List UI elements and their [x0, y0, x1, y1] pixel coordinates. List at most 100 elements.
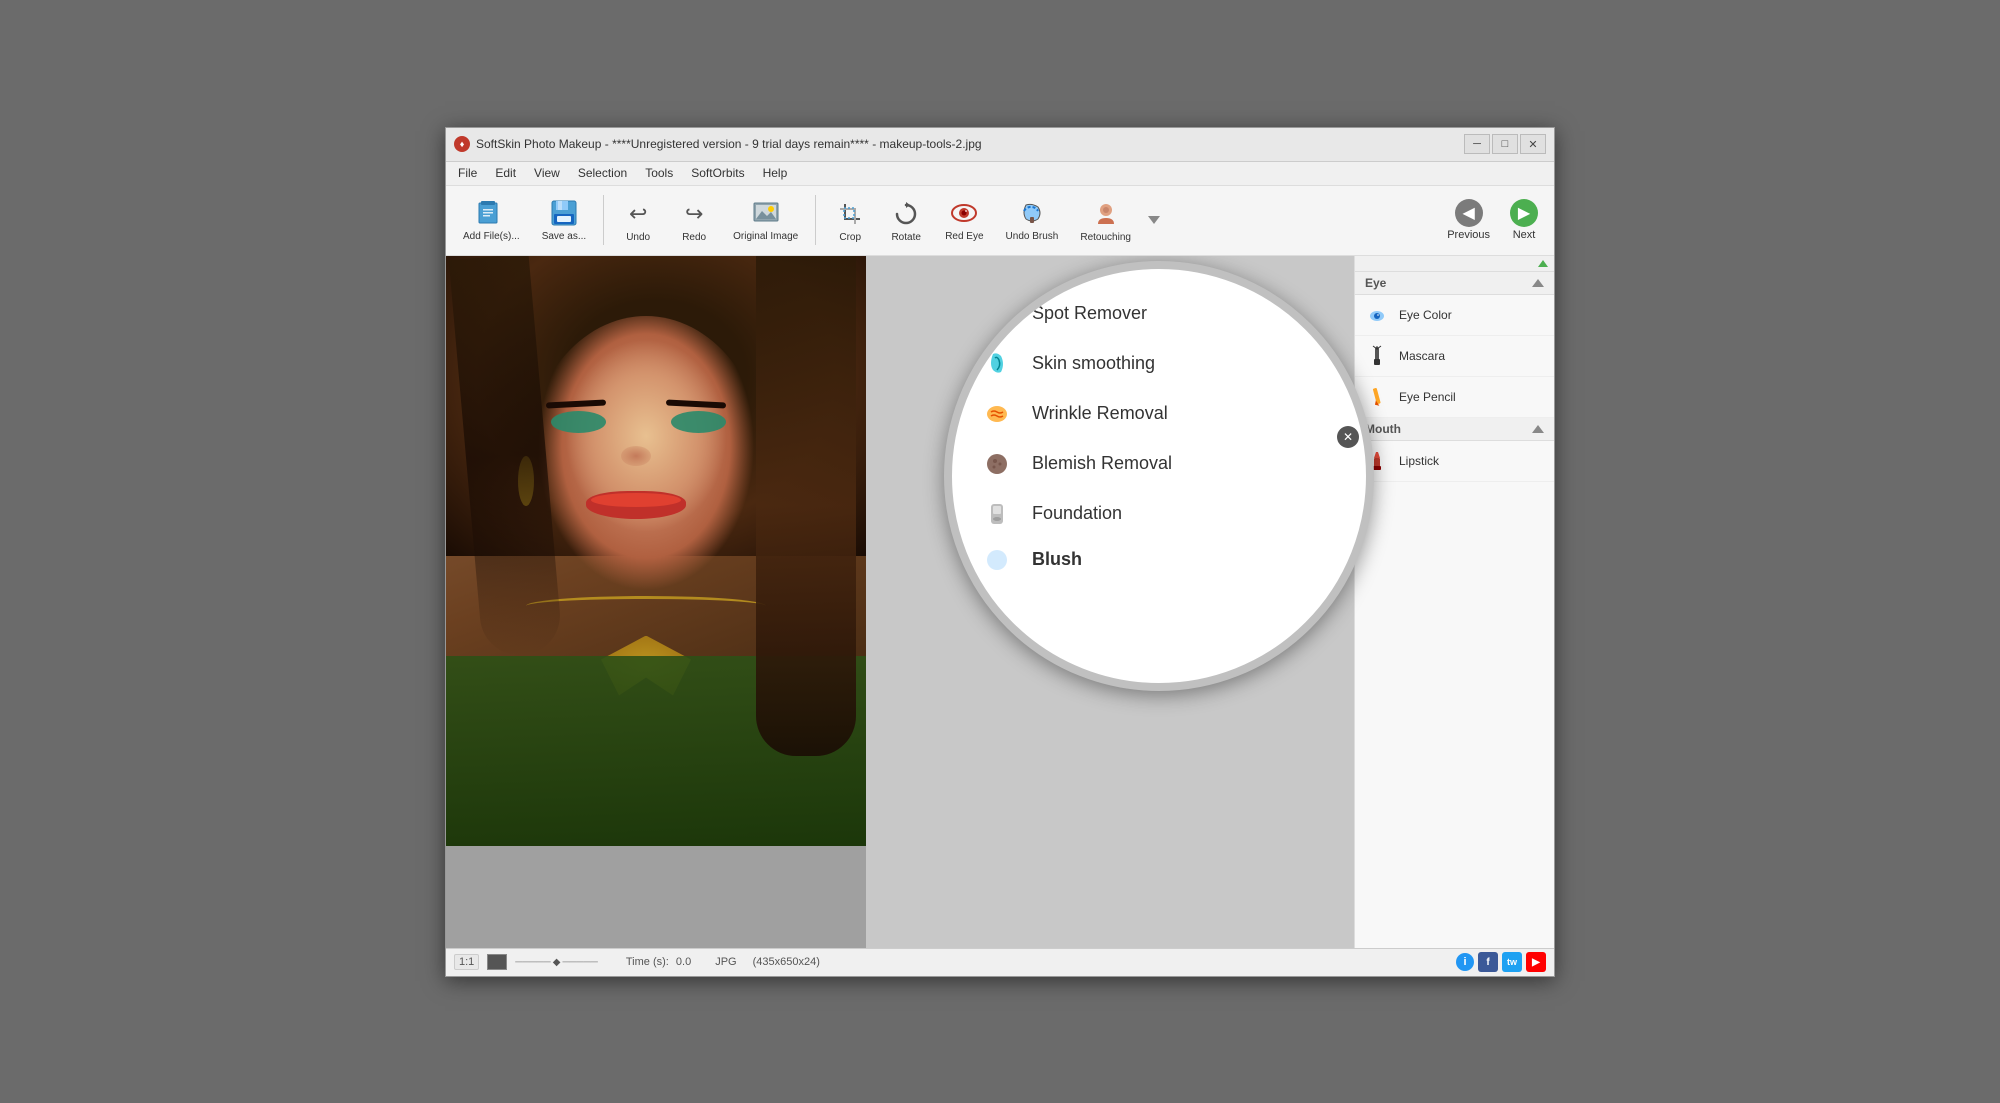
blemish-removal-item[interactable]: Blemish Removal [952, 439, 1366, 489]
format-label: JPG [715, 956, 736, 968]
rotate-icon [890, 198, 922, 230]
image-placeholder [446, 846, 866, 948]
add-files-button[interactable]: Add File(s)... [454, 191, 529, 249]
facebook-button[interactable]: f [1478, 952, 1498, 972]
red-eye-icon [948, 197, 980, 229]
blemish-removal-icon [982, 449, 1012, 479]
blemish-removal-label: Blemish Removal [1032, 453, 1172, 474]
main-window: ♦ SoftSkin Photo Makeup - ****Unregister… [445, 127, 1555, 977]
rotate-button[interactable]: Rotate [880, 191, 932, 249]
lipstick-item[interactable]: Lipstick [1355, 441, 1554, 482]
twitter-button[interactable]: tw [1502, 952, 1522, 972]
mascara-item[interactable]: Mascara [1355, 336, 1554, 377]
title-bar-left: ♦ SoftSkin Photo Makeup - ****Unregister… [454, 136, 982, 152]
blush-icon [982, 545, 1012, 575]
gray-area: Spot Remover Skin smoothing [866, 256, 1354, 948]
title-bar-controls: ─ □ ✕ [1464, 134, 1546, 154]
eye-color-item[interactable]: Eye Color [1355, 295, 1554, 336]
menu-help[interactable]: Help [755, 164, 796, 182]
eye-section-header: Eye [1355, 272, 1554, 295]
save-as-icon [548, 197, 580, 229]
info-button[interactable]: i [1456, 953, 1474, 971]
previous-button[interactable]: ◀ Previous [1439, 195, 1498, 245]
mouth-section-title: Mouth [1365, 422, 1401, 436]
toolbar-sep-1 [603, 195, 604, 245]
wrinkle-removal-icon [982, 399, 1012, 429]
spot-remover-item[interactable]: Spot Remover [952, 289, 1366, 339]
undo-icon: ↩ [622, 198, 654, 230]
eye-pencil-item[interactable]: Eye Pencil [1355, 377, 1554, 418]
view-mode-icon [487, 954, 507, 970]
skin-smoothing-label: Skin smoothing [1032, 353, 1155, 374]
undo-brush-button[interactable]: Undo Brush [997, 191, 1068, 249]
title-bar: ♦ SoftSkin Photo Makeup - ****Unregister… [446, 128, 1554, 162]
undo-button[interactable]: ↩ Undo [612, 191, 664, 249]
zoom-level: 1:1 [454, 954, 479, 970]
dimensions-label: (435x650x24) [753, 956, 820, 968]
skin-smoothing-item[interactable]: Skin smoothing [952, 339, 1366, 389]
youtube-button[interactable]: ▶ [1526, 952, 1546, 972]
toolbar: Add File(s)... Save as... ↩ Undo ↪ Redo [446, 186, 1554, 256]
window-title: SoftSkin Photo Makeup - ****Unregistered… [476, 137, 982, 151]
content-area: Spot Remover Skin smoothing [446, 256, 1554, 948]
add-files-icon [475, 197, 507, 229]
wrinkle-removal-item[interactable]: Wrinkle Removal [952, 389, 1366, 439]
previous-label: Previous [1447, 229, 1490, 241]
red-eye-button[interactable]: Red Eye [936, 191, 992, 249]
save-as-button[interactable]: Save as... [533, 191, 595, 249]
toolbar-sep-2 [815, 195, 816, 245]
magnifier-close-button[interactable]: ✕ [1337, 426, 1359, 448]
blush-label: Blush [1032, 549, 1082, 570]
maximize-button[interactable]: □ [1492, 134, 1518, 154]
right-panel: Eye Eye Color [1354, 256, 1554, 948]
original-image-button[interactable]: Original Image [724, 191, 807, 249]
zoom-slider[interactable]: ───── ◆ ───── [515, 957, 598, 968]
spot-remover-label: Spot Remover [1032, 303, 1147, 324]
time-sep: Time (s): 0.0 [626, 956, 691, 968]
blush-item[interactable]: Blush [952, 539, 1366, 585]
close-button[interactable]: ✕ [1520, 134, 1546, 154]
time-label: Time (s): [626, 956, 669, 968]
panel-scroll-up-icon[interactable] [1538, 260, 1548, 267]
magnifier-overlay: Spot Remover Skin smoothing [944, 261, 1374, 691]
menu-tools[interactable]: Tools [637, 164, 681, 182]
skin-smoothing-icon [982, 349, 1012, 379]
undo-brush-icon [1016, 197, 1048, 229]
foundation-icon [982, 499, 1012, 529]
next-label: Next [1513, 229, 1536, 241]
menu-file[interactable]: File [450, 164, 485, 182]
crop-icon [834, 198, 866, 230]
retouching-icon [1090, 198, 1122, 230]
spot-remover-icon [982, 299, 1012, 329]
app-icon: ♦ [454, 136, 470, 152]
foundation-item[interactable]: Foundation [952, 489, 1366, 539]
minimize-button[interactable]: ─ [1464, 134, 1490, 154]
crop-button[interactable]: Crop [824, 191, 876, 249]
eye-section-toggle-icon[interactable] [1532, 279, 1544, 287]
retouching-button[interactable]: Retouching [1071, 191, 1140, 249]
eye-color-label: Eye Color [1399, 308, 1452, 322]
eye-pencil-icon [1365, 385, 1389, 409]
menu-selection[interactable]: Selection [570, 164, 635, 182]
eye-color-icon [1365, 303, 1389, 327]
menu-edit[interactable]: Edit [487, 164, 524, 182]
status-icons: i f tw ▶ [1456, 952, 1546, 972]
original-image-icon [750, 197, 782, 229]
navigation-area: ◀ Previous ▶ Next [1439, 195, 1546, 245]
image-area [446, 256, 866, 948]
mouth-section-header: Mouth [1355, 418, 1554, 441]
previous-arrow-icon: ◀ [1455, 199, 1483, 227]
status-bar: 1:1 ───── ◆ ───── Time (s): 0.0 JPG (435… [446, 948, 1554, 976]
menu-view[interactable]: View [526, 164, 568, 182]
next-button[interactable]: ▶ Next [1502, 195, 1546, 245]
eye-section-title: Eye [1365, 276, 1386, 290]
time-value: 0.0 [676, 956, 691, 968]
mouth-section-toggle-icon[interactable] [1532, 425, 1544, 433]
redo-button[interactable]: ↪ Redo [668, 191, 720, 249]
retouching-dropdown-icon[interactable] [1148, 216, 1160, 224]
wrinkle-removal-label: Wrinkle Removal [1032, 403, 1168, 424]
mascara-icon [1365, 344, 1389, 368]
mascara-label: Mascara [1399, 349, 1445, 363]
lipstick-label: Lipstick [1399, 454, 1439, 468]
menu-softorbits[interactable]: SoftOrbits [683, 164, 752, 182]
